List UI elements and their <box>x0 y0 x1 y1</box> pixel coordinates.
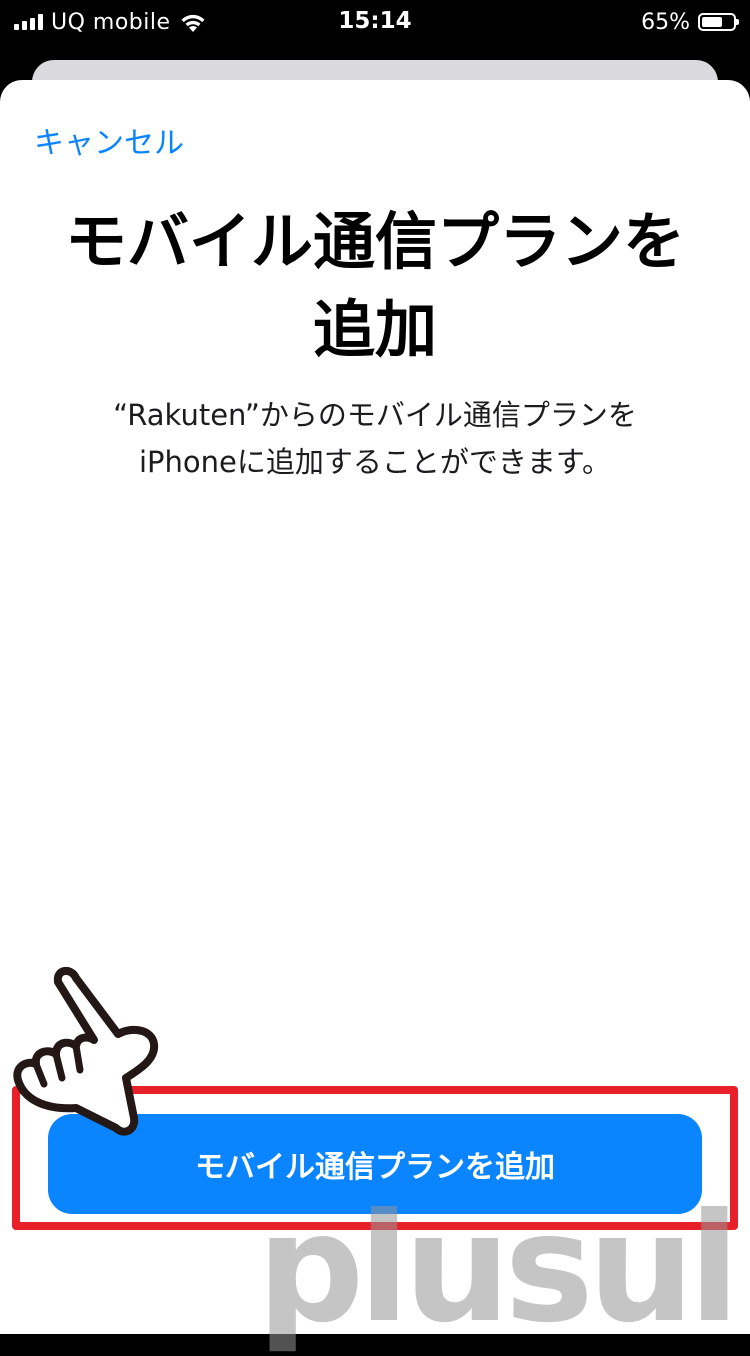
cancel-button[interactable]: キャンセル <box>34 118 184 162</box>
battery-level-fill <box>702 17 722 27</box>
description-line-2: iPhoneに追加することができます。 <box>139 445 611 479</box>
pointing-hand-icon <box>6 960 166 1144</box>
page-title: モバイル通信プランを追加 <box>40 198 710 374</box>
status-bar: UQ mobile 15:14 65% <box>0 0 750 44</box>
status-bar-right: 65% <box>641 8 736 36</box>
battery-percentage: 65% <box>641 10 690 35</box>
battery-icon <box>698 13 736 31</box>
description-text: “Rakuten”からのモバイル通信プランを iPhoneに追加することができま… <box>60 392 690 486</box>
status-bar-time: 15:14 <box>0 8 750 34</box>
description-line-1: “Rakuten”からのモバイル通信プランを <box>113 398 637 432</box>
